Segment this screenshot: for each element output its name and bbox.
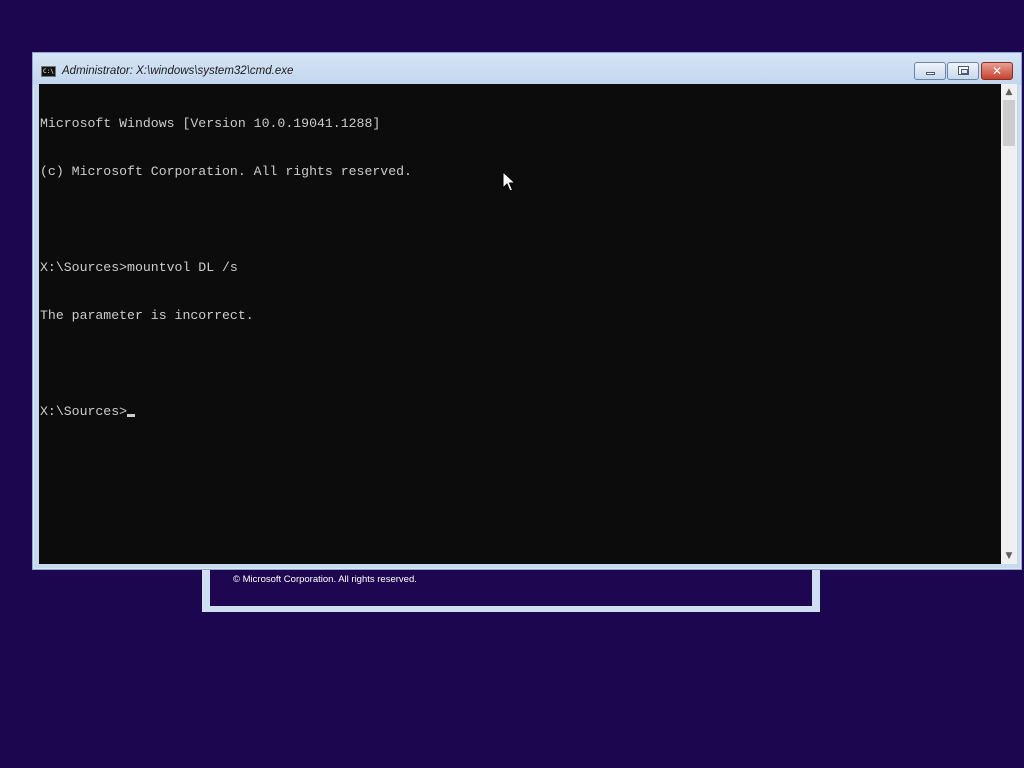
console-prompt: X:\Sources> <box>40 404 128 419</box>
console-line: X:\Sources>mountvol DL /s <box>40 260 238 275</box>
text-cursor <box>127 414 136 417</box>
console-window[interactable]: C:\ Administrator: X:\windows\system32\c… <box>32 52 1022 570</box>
mouse-pointer-icon <box>502 171 516 192</box>
scroll-up-button[interactable]: ▲ <box>1001 84 1017 100</box>
vertical-scrollbar[interactable]: ▲ ▼ <box>1001 84 1017 564</box>
chevron-down-icon: ▼ <box>1005 551 1013 561</box>
maximize-icon <box>958 66 969 75</box>
setup-copyright-text: © Microsoft Corporation. All rights rese… <box>233 574 417 585</box>
window-title: Administrator: X:\windows\system32\cmd.e… <box>62 65 294 77</box>
scroll-down-button[interactable]: ▼ <box>1001 548 1017 564</box>
close-button[interactable]: ✕ <box>981 62 1013 80</box>
minimize-button[interactable] <box>914 62 946 80</box>
maximize-button[interactable] <box>947 62 979 80</box>
scroll-thumb[interactable] <box>1003 100 1015 146</box>
console-line: The parameter is incorrect. <box>40 308 254 323</box>
cmd-icon[interactable]: C:\ <box>41 66 56 77</box>
title-bar[interactable]: C:\ Administrator: X:\windows\system32\c… <box>33 53 1021 85</box>
console-prompt-line[interactable]: X:\Sources> <box>40 404 412 420</box>
minimize-icon <box>926 72 935 75</box>
chevron-up-icon: ▲ <box>1005 87 1013 97</box>
console-output: Microsoft Windows [Version 10.0.19041.12… <box>40 84 412 452</box>
console-area[interactable]: Microsoft Windows [Version 10.0.19041.12… <box>39 84 1001 564</box>
desktop: © Microsoft Corporation. All rights rese… <box>0 0 1024 768</box>
console-line: Microsoft Windows [Version 10.0.19041.12… <box>40 116 381 131</box>
console-line: (c) Microsoft Corporation. All rights re… <box>40 164 412 179</box>
close-icon: ✕ <box>991 64 1003 78</box>
